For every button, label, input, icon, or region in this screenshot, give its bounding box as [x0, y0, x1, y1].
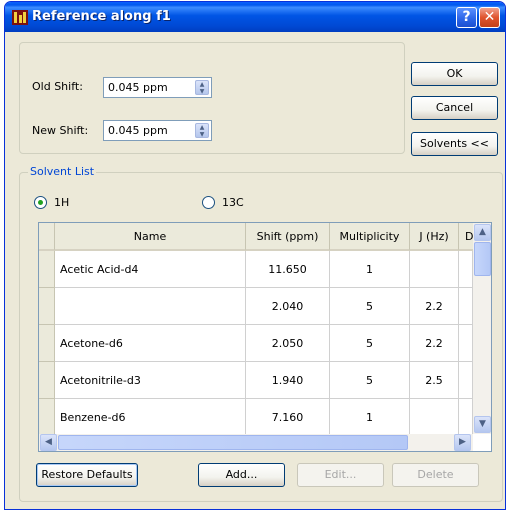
column-header-j[interactable]: J (Hz): [410, 223, 459, 251]
radio-1h[interactable]: [34, 196, 47, 209]
restore-defaults-button[interactable]: Restore Defaults: [36, 463, 138, 487]
table-cell-name[interactable]: Acetonitrile-d3: [55, 362, 246, 399]
row-header[interactable]: [39, 288, 55, 325]
shift-group: Old Shift: 0.045 ppm ▲ ▼ New Shift: 0.045…: [19, 42, 405, 154]
table-cell-j[interactable]: [410, 251, 459, 288]
table-cell-j[interactable]: 2.2: [410, 325, 459, 362]
table-cell-multiplicity[interactable]: 1: [330, 399, 410, 436]
corner-header: [39, 223, 55, 251]
table-cell-shift[interactable]: 2.040: [246, 288, 330, 325]
radio-1h-label: 1H: [54, 196, 70, 209]
old-shift-value: 0.045 ppm: [108, 81, 168, 94]
new-shift-label: New Shift:: [32, 124, 89, 137]
scroll-left-icon[interactable]: ◀: [40, 434, 57, 451]
vertical-scroll-thumb[interactable]: [474, 242, 491, 276]
table-cell-shift[interactable]: 1.940: [246, 362, 330, 399]
column-header-shift[interactable]: Shift (ppm): [246, 223, 330, 251]
solvent-list-title: Solvent List: [28, 165, 97, 178]
table-cell-shift[interactable]: 11.650: [246, 251, 330, 288]
table-cell-multiplicity[interactable]: 5: [330, 362, 410, 399]
ok-button[interactable]: OK: [411, 62, 498, 86]
title-bar[interactable]: Reference along f1 ? ✕: [5, 2, 505, 32]
row-header[interactable]: [39, 251, 55, 288]
table-cell-shift[interactable]: 7.160: [246, 399, 330, 436]
spin-arrows-icon[interactable]: ▲ ▼: [195, 123, 209, 138]
table-cell-multiplicity[interactable]: 1: [330, 251, 410, 288]
table-cell-j[interactable]: [410, 399, 459, 436]
new-shift-spinbox[interactable]: 0.045 ppm ▲ ▼: [103, 120, 212, 141]
table-cell-multiplicity[interactable]: 5: [330, 325, 410, 362]
scroll-down-icon[interactable]: ▼: [474, 416, 491, 433]
table-cell-desc[interactable]: [459, 399, 473, 436]
table-cell-desc[interactable]: [459, 251, 473, 288]
row-header[interactable]: [39, 362, 55, 399]
window-title: Reference along f1: [32, 9, 171, 24]
table-cell-shift[interactable]: 2.050: [246, 325, 330, 362]
edit-button[interactable]: Edit...: [297, 463, 384, 487]
vertical-scrollbar[interactable]: ▲ ▼: [473, 223, 491, 434]
radio-selected-dot: [38, 200, 43, 205]
horizontal-scroll-thumb[interactable]: [58, 435, 408, 450]
table-cell-name[interactable]: Acetic Acid-d4: [55, 251, 246, 288]
scroll-right-icon[interactable]: ▶: [454, 434, 471, 451]
table-cell-j[interactable]: 2.5: [410, 362, 459, 399]
horizontal-scrollbar[interactable]: ◀ ▶: [39, 434, 473, 451]
radio-13c[interactable]: [202, 196, 215, 209]
solvents-button[interactable]: Solvents <<: [411, 132, 498, 156]
delete-button[interactable]: Delete: [392, 463, 479, 487]
table-cell-name[interactable]: Benzene-d6: [55, 399, 246, 436]
close-icon[interactable]: ✕: [479, 7, 500, 28]
new-shift-value: 0.045 ppm: [108, 124, 168, 137]
add-button[interactable]: Add...: [198, 463, 285, 487]
table-cell-j[interactable]: 2.2: [410, 288, 459, 325]
dialog-window: Reference along f1 ? ✕ Old Shift: 0.045 …: [4, 1, 506, 510]
old-shift-label: Old Shift:: [32, 80, 83, 93]
column-header-name[interactable]: Name: [55, 223, 246, 251]
row-header[interactable]: [39, 325, 55, 362]
spin-arrows-icon[interactable]: ▲ ▼: [195, 80, 209, 95]
table-cell-multiplicity[interactable]: 5: [330, 288, 410, 325]
table-cell-desc[interactable]: [459, 288, 473, 325]
cancel-button[interactable]: Cancel: [411, 96, 498, 120]
solvent-table[interactable]: Name Shift (ppm) Multiplicity J (Hz) Des…: [38, 222, 492, 452]
table-cell-name[interactable]: Acetone-d6: [55, 325, 246, 362]
radio-13c-label: 13C: [222, 196, 244, 209]
table-cell-name[interactable]: [55, 288, 246, 325]
app-icon: [12, 10, 28, 25]
old-shift-spinbox[interactable]: 0.045 ppm ▲ ▼: [103, 77, 212, 98]
row-header[interactable]: [39, 399, 55, 436]
scroll-up-icon[interactable]: ▲: [474, 224, 491, 241]
column-header-multiplicity[interactable]: Multiplicity: [330, 223, 410, 251]
help-icon[interactable]: ?: [456, 7, 477, 28]
table-cell-desc[interactable]: [459, 362, 473, 399]
table-cell-desc[interactable]: [459, 325, 473, 362]
